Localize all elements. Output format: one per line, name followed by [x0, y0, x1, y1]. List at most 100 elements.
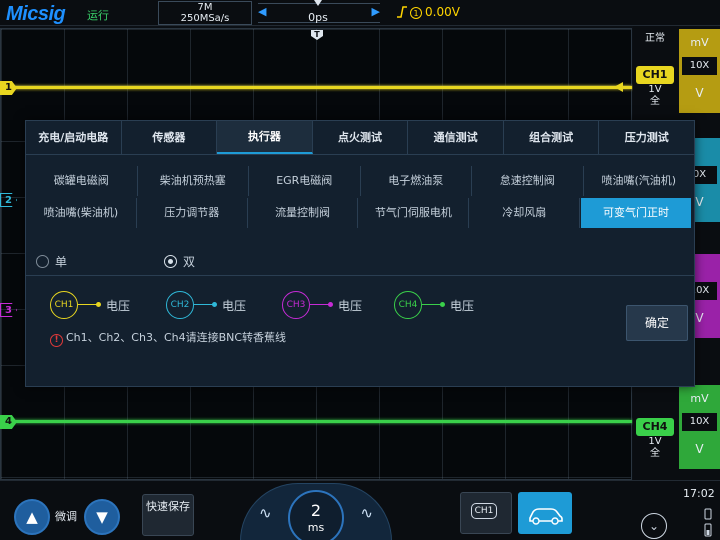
list-item[interactable]: 电子燃油泵: [361, 166, 472, 196]
timebase-position[interactable]: ◀ 0ps ▶: [258, 0, 380, 24]
tab-communication[interactable]: 通信测试: [408, 121, 504, 154]
tab-pressure[interactable]: 压力测试: [599, 121, 694, 154]
wire-icon: [422, 304, 442, 305]
ch1-scale: 1V: [648, 84, 662, 95]
ch3-probe-icon: CH3: [282, 291, 310, 319]
connection-note: ! Ch1、Ch2、Ch3、Ch4请连接BNC转香蕉线: [50, 329, 286, 347]
node-icon: [328, 302, 333, 307]
single-mode-radio[interactable]: 单: [36, 253, 67, 270]
mode-selector: 单 双: [34, 249, 684, 275]
list-item[interactable]: 喷油嘴(汽油机): [584, 166, 695, 196]
clock: 17:02: [683, 487, 715, 500]
memory-depth: 7M: [197, 2, 213, 13]
node-icon: [440, 302, 445, 307]
trigger-info[interactable]: 1 0.00V: [396, 5, 460, 19]
scroll-right-icon[interactable]: ▶: [372, 5, 380, 18]
tilde-right-icon[interactable]: ∿: [360, 504, 373, 522]
tab-ignition[interactable]: 点火测试: [313, 121, 409, 154]
list-item[interactable]: 喷油嘴(柴油机): [26, 198, 137, 228]
list-item[interactable]: 节气门伺服电机: [358, 198, 470, 228]
actuator-row: 碳罐电磁阀 柴油机预热塞 EGR电磁阀 电子燃油泵 怠速控制阀 喷油嘴(汽油机): [26, 165, 694, 197]
top-status-bar: Micsig 运行 7M 250MSa/s ◀ 0ps ▶ 1 0.00V: [0, 0, 720, 26]
sample-rate: 250MSa/s: [180, 13, 230, 24]
list-item-selected[interactable]: 可变气门正时: [581, 198, 691, 228]
ch4-scale: 1V: [648, 436, 662, 447]
trigger-point-icon: [314, 0, 322, 6]
actuator-list: 碳罐电磁阀 柴油机预热塞 EGR电磁阀 电子燃油泵 怠速控制阀 喷油嘴(汽油机)…: [26, 165, 694, 229]
triangle-down-icon: ▼: [96, 508, 108, 526]
list-item[interactable]: 压力调节器: [137, 198, 248, 228]
actuator-row: 喷油嘴(柴油机) 压力调节器 流量控制阀 节气门伺服电机 冷却风扇 可变气门正时: [26, 197, 694, 229]
fine-adjust-label: 微调: [55, 510, 77, 523]
tab-combination[interactable]: 组合测试: [504, 121, 600, 154]
ch2-probe-icon: CH2: [166, 291, 194, 319]
ch4-scale-strip[interactable]: mV 10X V: [679, 385, 720, 469]
ch2-signal: 电压: [222, 299, 247, 313]
auto-test-dialog: 充电/启动电路 传感器 执行器 点火测试 通信测试 组合测试 压力测试 碳罐电磁…: [25, 120, 695, 387]
ch1-scale-strip[interactable]: mV 10X V: [679, 29, 720, 113]
connection-note-text: Ch1、Ch2、Ch3、Ch4请连接BNC转香蕉线: [66, 331, 287, 344]
ch4-settings[interactable]: CH4 1V 全: [635, 418, 675, 464]
timebase-knob[interactable]: ∿ 2 ms ∿: [240, 483, 392, 540]
test-category-tabs: 充电/启动电路 传感器 执行器 点火测试 通信测试 组合测试 压力测试: [26, 121, 694, 155]
ch4-volt-unit: V: [695, 442, 704, 456]
list-item[interactable]: 冷却风扇: [469, 198, 581, 228]
wire-icon: [310, 304, 330, 305]
chevron-down-icon[interactable]: ⌄: [641, 513, 667, 539]
trigger-level-marker[interactable]: [614, 82, 623, 92]
warning-icon: !: [50, 334, 63, 347]
ch1-probe-icon: CH1: [50, 291, 78, 319]
run-status[interactable]: 运行: [87, 7, 109, 23]
fine-down-button[interactable]: ▼: [84, 499, 120, 535]
ch3-signal: 电压: [338, 299, 363, 313]
auto-test-button[interactable]: [518, 492, 572, 534]
list-item[interactable]: 怠速控制阀: [472, 166, 584, 196]
ch1-name: CH1: [636, 66, 674, 84]
quick-save-button[interactable]: 快速保存: [142, 494, 194, 536]
node-icon: [212, 302, 217, 307]
ch4-name: CH4: [636, 418, 674, 436]
tab-actuators[interactable]: 执行器: [217, 121, 313, 154]
channel-select-button[interactable]: CH1: [460, 492, 512, 534]
list-item[interactable]: EGR电磁阀: [249, 166, 361, 196]
confirm-button[interactable]: 确定: [626, 305, 688, 341]
ch4-unit: mV: [690, 392, 709, 405]
node-icon: [96, 302, 101, 307]
trigger-source-icon: 1: [410, 7, 422, 19]
wire-icon: [78, 304, 98, 305]
fine-up-button[interactable]: ▲: [14, 499, 50, 535]
bottom-toolbar: ▲ 微调 ▼ 快速保存 ∿ 2 ms ∿ CH1 17:02 ⌄: [0, 480, 720, 540]
trigger-level: 0.00V: [425, 5, 460, 19]
ch4-probe-icon: CH4: [394, 291, 422, 319]
tab-sensors[interactable]: 传感器: [122, 121, 218, 154]
dual-mode-label: 双: [183, 255, 196, 269]
acquisition-mode[interactable]: 正常: [645, 29, 665, 44]
list-item[interactable]: 柴油机预热塞: [138, 166, 249, 196]
list-item[interactable]: 流量控制阀: [248, 198, 359, 228]
ch1-trace: [12, 86, 632, 89]
ch4-coupling: 全: [650, 448, 660, 459]
ch1-volt-unit: V: [695, 86, 704, 100]
list-item[interactable]: 碳罐电磁阀: [26, 166, 138, 196]
tilde-left-icon[interactable]: ∿: [259, 504, 272, 522]
car-icon: [529, 508, 563, 525]
ch4-probe[interactable]: 10X: [682, 413, 717, 431]
timebase-offset: 0ps: [308, 11, 328, 24]
brand-logo: Micsig: [6, 3, 66, 25]
ch4-trace: [12, 420, 632, 423]
acquisition-info[interactable]: 7M 250MSa/s: [158, 1, 252, 25]
single-mode-label: 单: [55, 255, 68, 269]
channel-select-label: CH1: [471, 503, 497, 519]
time-scale-unit: ms: [307, 521, 325, 534]
dual-mode-radio[interactable]: 双: [164, 253, 195, 270]
ch1-probe[interactable]: 10X: [682, 57, 717, 75]
wire-icon: [194, 304, 214, 305]
rising-edge-icon: [397, 6, 407, 18]
time-scale-dial[interactable]: 2 ms: [288, 490, 344, 540]
tab-charging-starting[interactable]: 充电/启动电路: [26, 121, 122, 154]
divider: [26, 275, 694, 276]
ch1-settings[interactable]: CH1 1V 全: [635, 66, 675, 112]
scroll-left-icon[interactable]: ◀: [258, 5, 266, 18]
radio-checked-icon: [164, 255, 177, 268]
ch4-signal: 电压: [450, 299, 475, 313]
